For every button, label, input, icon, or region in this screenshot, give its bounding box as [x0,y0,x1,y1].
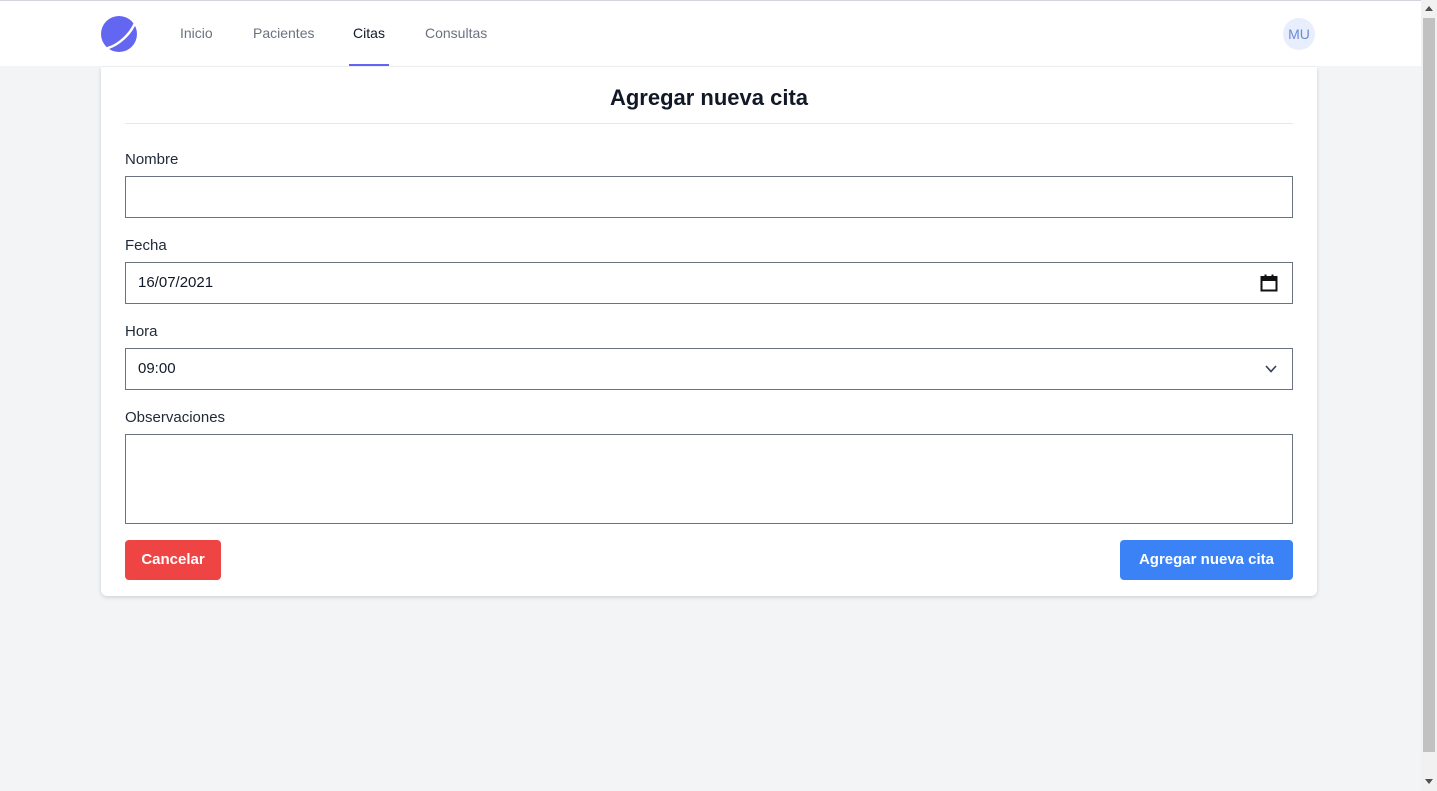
hora-value: 09:00 [138,360,176,377]
top-navbar: Inicio Pacientes Citas Consultas MU [0,1,1421,66]
hora-select[interactable]: 09:00 [125,348,1293,390]
add-appointment-button[interactable]: Agregar nueva cita [1120,540,1293,580]
title-divider [125,123,1293,124]
nombre-label: Nombre [125,151,179,168]
new-appointment-card: Agregar nueva cita Nombre Fecha 16/07/20… [101,67,1317,596]
nav-link-consultas[interactable]: Consultas [425,1,487,66]
nav-link-citas[interactable]: Citas [349,1,389,66]
observaciones-textarea[interactable] [125,434,1293,524]
chevron-down-icon [1265,365,1277,373]
scroll-down-arrow-icon[interactable] [1425,779,1433,784]
fecha-label: Fecha [125,237,167,254]
fecha-value: 16/07/2021 [138,274,214,291]
cancel-button[interactable]: Cancelar [125,540,221,580]
fecha-date-input[interactable]: 16/07/2021 [125,262,1293,304]
hora-label: Hora [125,323,158,340]
observaciones-label: Observaciones [125,409,226,426]
calendar-icon[interactable] [1260,274,1278,292]
scrollbar-thumb[interactable] [1423,18,1435,752]
nav-link-pacientes[interactable]: Pacientes [253,1,314,66]
scroll-up-arrow-icon[interactable] [1425,6,1433,11]
user-avatar[interactable]: MU [1283,18,1315,50]
nav-link-inicio[interactable]: Inicio [180,1,213,66]
page-scrollbar[interactable] [1421,0,1437,791]
page-title: Agregar nueva cita [609,85,809,110]
logo-circle-icon[interactable] [100,15,138,53]
nombre-input[interactable] [125,176,1293,218]
